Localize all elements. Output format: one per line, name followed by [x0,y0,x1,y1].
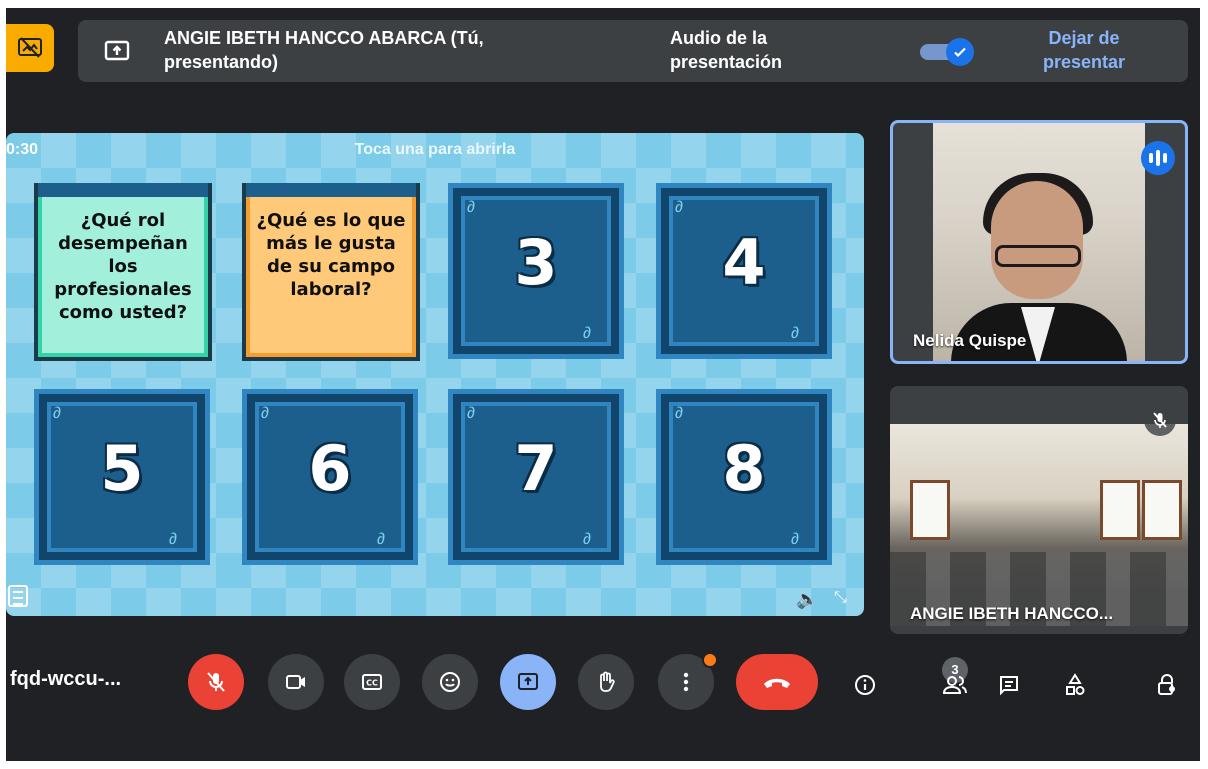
chat-icon [1000,676,1018,696]
video-face-shape [991,181,1083,299]
captions-icon: CC [362,674,382,690]
captions-button[interactable]: CC [344,654,400,710]
classroom-window-shape [910,480,950,540]
toggle-thumb [946,38,974,66]
svg-text:CC: CC [366,679,378,688]
swirl-ornament-icon: ∂ [467,405,475,422]
slide-caption: Toca una para abrirla [354,141,516,158]
card-4-closed[interactable]: ∂ 4 ∂ [656,183,832,359]
swirl-ornament-icon: ∂ [53,405,61,422]
participant-name: ANGIE IBETH HANCCO... [910,604,1114,623]
participant-name: Nelida Quispe [913,331,1027,350]
swirl-ornament-icon: ∂ [791,325,799,342]
card-1-open[interactable]: ¿Qué rol desempeñan los profesionales co… [34,183,212,361]
camera-button[interactable] [268,654,324,710]
swirl-ornament-icon: ∂ [675,405,683,422]
notification-dot [702,652,718,668]
raise-hand-button[interactable] [578,654,634,710]
chat-button[interactable] [992,668,1026,702]
presenter-status-text: ANGIE IBETH HANCCO ABARCA (Tú, presentan… [164,28,484,72]
card-5-closed[interactable]: ∂ 5 ∂ [34,389,210,565]
present-screen-icon [518,673,538,690]
presentation-audio-toggle[interactable] [920,38,976,66]
swirl-ornament-icon: ∂ [675,199,683,216]
check-icon [954,47,966,58]
swirl-ornament-icon: ∂ [467,199,475,216]
activities-button[interactable] [1058,668,1092,702]
info-icon [855,675,875,695]
card-4-number: 4 [722,226,766,299]
meeting-code: fqd-wccu-... [10,668,122,690]
participant-video [933,123,1145,361]
card-8-number: 8 [722,432,766,505]
shapes-icon [1066,673,1085,695]
swirl-ornament-icon: ∂ [261,405,269,422]
presenting-panel: ANGIE IBETH HANCCO ABARCA (Tú, presentan… [78,20,1188,82]
stop-presenting-button[interactable]: Dejar de presentar [1024,26,1144,74]
classroom-window-shape [1142,480,1182,540]
presentation-audio-label: Audio de la presentación [670,28,783,72]
card-2-text: ¿Qué es lo que más le gusta de su campo … [256,210,406,300]
swirl-ornament-icon: ∂ [583,325,591,342]
lock-person-icon [1158,674,1175,695]
card-2-open[interactable]: ¿Qué es lo que más le gusta de su campo … [242,183,420,361]
more-options-button[interactable] [658,652,718,710]
present-now-button[interactable] [500,654,556,710]
microphone-button[interactable] [188,654,244,710]
leave-call-button[interactable] [736,654,818,710]
card-8-closed[interactable]: ∂ 8 ∂ [656,389,832,565]
participant-tile-nelida[interactable]: Nelida Quispe [890,120,1188,364]
presenting-screen-icon [18,37,42,58]
mic-off-icon [1144,404,1176,436]
swirl-ornament-icon: ∂ [583,531,591,548]
card-7-closed[interactable]: ∂ 7 ∂ [448,389,624,565]
card-top-strip [246,183,416,197]
phone-hangup-icon [764,678,790,688]
meet-window: ANGIE IBETH HANCCO ABARCA (Tú, presentan… [6,8,1200,761]
presentation-indicator[interactable] [6,24,54,72]
presenting-bar: ANGIE IBETH HANCCO ABARCA (Tú, presentan… [6,8,1200,94]
mic-off-icon [207,672,225,692]
exit-fullscreen-icon[interactable]: ⤡ [834,589,847,607]
speaking-indicator-icon [1141,141,1175,175]
more-vert-icon [683,672,689,692]
slide-menu-icon[interactable] [8,585,28,607]
meeting-details-button[interactable] [848,668,882,702]
swirl-ornament-icon: ∂ [377,531,385,548]
card-6-closed[interactable]: ∂ 6 ∂ [242,389,418,565]
card-3-number: 3 [514,226,558,299]
classroom-window-shape [1100,480,1140,540]
host-controls-button[interactable] [1150,668,1184,702]
video-glasses-shape [995,245,1081,267]
swirl-ornament-icon: ∂ [791,531,799,548]
swirl-ornament-icon: ∂ [169,531,177,548]
card-6-number: 6 [308,432,352,505]
people-icon [942,676,967,694]
speaker-icon[interactable]: 🔈 [796,589,818,610]
card-top-strip [38,183,208,197]
card-7-number: 7 [514,432,558,505]
presented-slide[interactable]: 0:30 Toca una para abrirla ¿Qué rol dese… [6,133,864,616]
people-button[interactable] [938,668,972,702]
participant-video [890,424,1188,626]
camera-icon [286,675,305,689]
card-1-text: ¿Qué rol desempeñan los profesionales co… [54,210,192,323]
present-screen-icon [104,40,130,61]
card-3-closed[interactable]: ∂ 3 ∂ [448,183,624,359]
participant-tile-angie[interactable]: ANGIE IBETH HANCCO... [890,386,1188,634]
emoji-icon [440,672,460,692]
hand-icon [600,671,615,692]
card-5-number: 5 [100,432,144,505]
reactions-button[interactable] [422,654,478,710]
